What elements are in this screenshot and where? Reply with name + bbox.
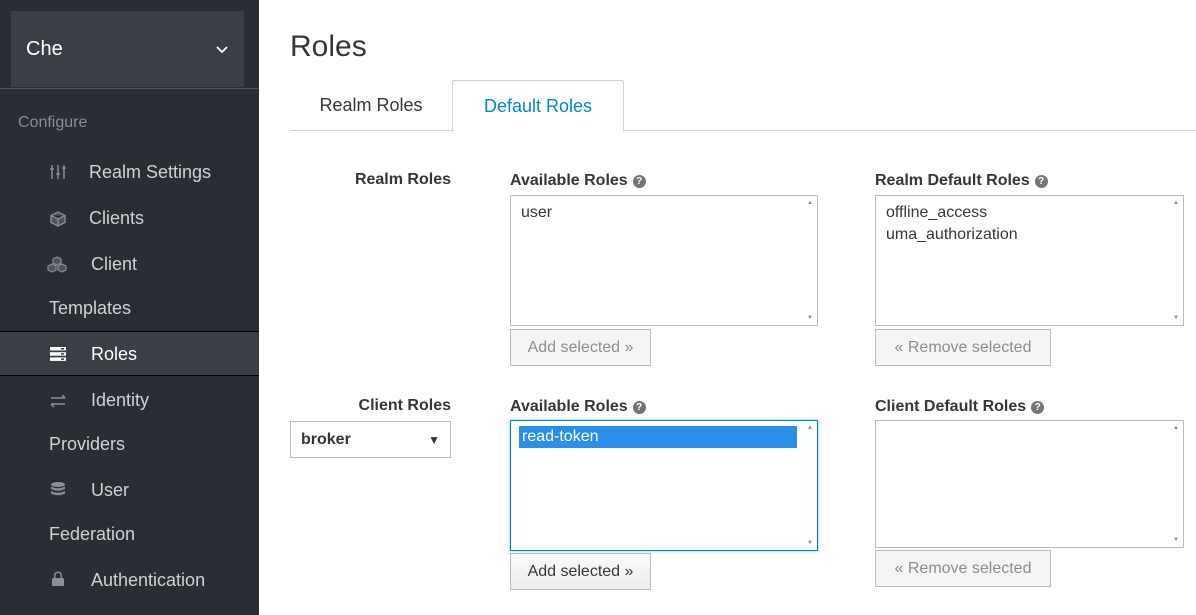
scroll-down-icon[interactable]: ▼ [807,540,813,546]
client-default-roles-list[interactable]: ▲ ▼ [875,420,1184,548]
list-item[interactable]: offline_access [876,202,1183,224]
realm-default-roles-list[interactable]: offline_access uma_authorization ▲ ▼ [875,195,1184,326]
client-add-selected-button[interactable]: Add selected » [510,553,651,590]
database-icon [51,482,65,496]
list-item-selected[interactable]: read-token [519,426,797,448]
scroll-down-icon[interactable]: ▼ [807,315,813,321]
sidebar-item-label-2: Federation [49,523,136,544]
client-roles-row-label: Client Roles [358,397,451,414]
sidebar-item-label: Clients [89,207,145,228]
realm-name: Che [26,37,63,60]
label-text: Client Default Roles [875,398,1027,415]
scrollbar[interactable]: ▲ ▼ [1167,196,1183,325]
configure-section-label: Configure [18,114,88,131]
sidebar: Che Configure Realm Settings Clients Cli… [0,0,259,615]
realm-available-roles-list[interactable]: user ▲ ▼ [510,195,818,326]
scroll-down-icon[interactable]: ▼ [1173,537,1179,543]
sidebar-item-label: Authentication [91,569,206,590]
list-item[interactable]: user [511,202,817,224]
realm-roles-row-label: Realm Roles [354,171,451,188]
help-icon[interactable]: ? [1031,400,1045,414]
lock-icon [52,571,64,586]
help-icon[interactable]: ? [632,400,646,414]
client-available-roles-label: Available Roles ? [510,398,646,416]
caret-down-icon: ▼ [428,432,440,447]
sidebar-item-label: Roles [91,343,138,364]
sidebar-item-user-federation[interactable]: User Federation [0,468,259,556]
list-icon [50,347,66,361]
tab-default-roles[interactable]: Default Roles [452,80,624,132]
client-select-value: broker [301,430,351,448]
realm-available-roles-label: Available Roles ? [510,172,646,190]
scroll-down-icon[interactable]: ▼ [1173,315,1179,321]
help-icon[interactable]: ? [632,174,646,188]
sidebar-item-label: User [91,479,130,500]
chevron-down-icon [216,46,228,54]
cube-icon [50,211,66,227]
scrollbar[interactable]: ▲ ▼ [801,196,817,325]
label-text: Realm Default Roles [875,172,1030,189]
realm-default-roles-label: Realm Default Roles ? [875,172,1048,190]
scroll-up-icon[interactable]: ▲ [807,425,813,431]
sliders-icon [50,165,66,179]
label-text: Available Roles [510,398,628,415]
scroll-up-icon[interactable]: ▲ [1173,425,1179,431]
cubes-icon [47,256,67,273]
sidebar-item-identity-providers[interactable]: Identity Providers [0,378,259,466]
sidebar-item-label: Client [91,253,138,274]
sidebar-item-label-2: Templates [49,297,132,318]
client-select[interactable]: broker ▼ [290,421,451,458]
page-title: Roles [290,30,367,63]
sidebar-item-roles[interactable]: Roles [0,331,259,376]
realm-selector[interactable]: Che [11,11,244,87]
tab-bar: Realm Roles Default Roles [290,80,1196,132]
client-remove-selected-button[interactable]: « Remove selected [875,550,1051,587]
tab-realm-roles[interactable]: Realm Roles [290,80,452,131]
label-text: Available Roles [510,172,628,189]
client-default-roles-label: Client Default Roles ? [875,398,1045,416]
sidebar-item-label-2: Providers [49,433,126,454]
scroll-up-icon[interactable]: ▲ [807,200,813,206]
sidebar-item-client-templates[interactable]: Client Templates [0,242,259,330]
sidebar-item-realm-settings[interactable]: Realm Settings [0,150,259,194]
sidebar-divider [0,88,259,89]
realm-remove-selected-button[interactable]: « Remove selected [875,329,1051,366]
scroll-up-icon[interactable]: ▲ [1173,200,1179,206]
exchange-icon [50,394,66,408]
sidebar-item-label: Identity [91,389,150,410]
scrollbar[interactable]: ▲ ▼ [801,421,817,550]
list-item[interactable]: uma_authorization [876,224,1183,246]
help-icon[interactable]: ? [1034,174,1048,188]
sidebar-item-clients[interactable]: Clients [0,196,259,240]
client-available-roles-list[interactable]: read-token ▲ ▼ [510,420,818,551]
scrollbar[interactable]: ▲ ▼ [1167,421,1183,547]
realm-add-selected-button[interactable]: Add selected » [510,329,651,366]
sidebar-item-authentication[interactable]: Authentication [0,558,259,602]
sidebar-item-label: Realm Settings [89,161,212,182]
